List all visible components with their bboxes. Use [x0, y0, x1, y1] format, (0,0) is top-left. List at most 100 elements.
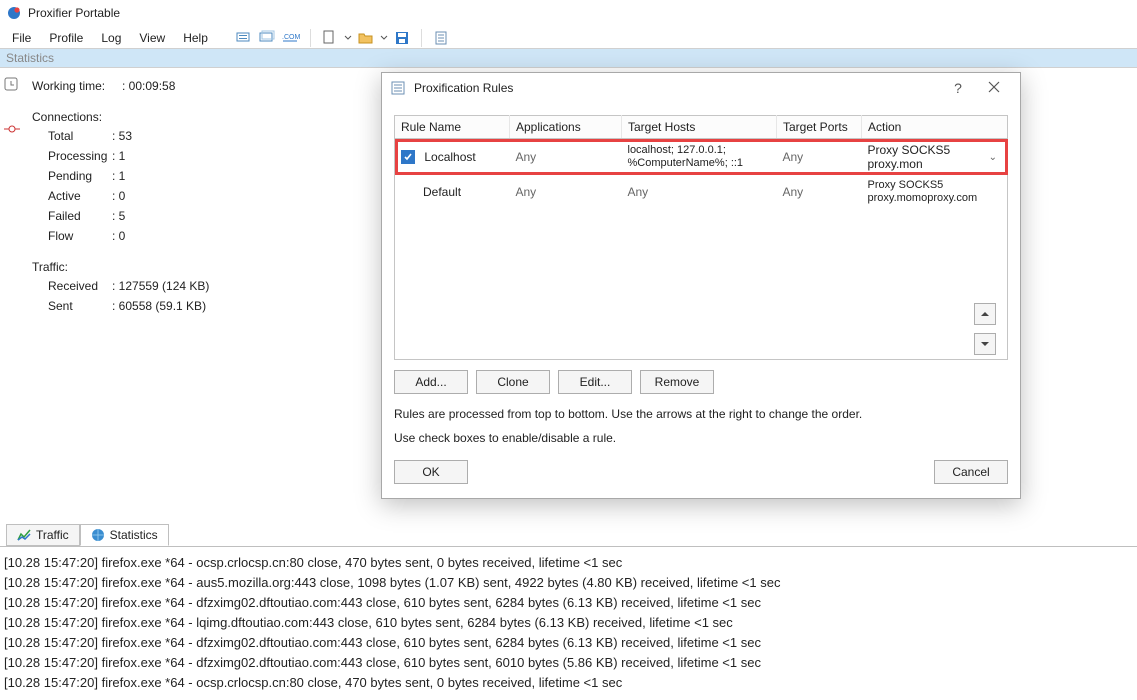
- toolbar-proxy-servers-icon[interactable]: [232, 27, 254, 49]
- toolbar-save-icon[interactable]: [391, 27, 413, 49]
- stat-flow-value: : 0: [112, 229, 125, 243]
- menu-file[interactable]: File: [4, 29, 39, 47]
- rule-ports: Any: [777, 175, 862, 209]
- toolbar-proxy-chains-icon[interactable]: [256, 27, 278, 49]
- globe-icon: [91, 528, 105, 542]
- col-target-hosts[interactable]: Target Hosts: [622, 116, 777, 139]
- rule-apps: Any: [510, 175, 622, 209]
- move-rule-down-button[interactable]: [974, 333, 996, 355]
- tab-traffic-label: Traffic: [36, 528, 69, 542]
- left-gutter: [0, 68, 24, 518]
- menu-log[interactable]: Log: [93, 29, 129, 47]
- caret-up-icon: [980, 310, 990, 318]
- menu-help[interactable]: Help: [175, 29, 216, 47]
- col-target-ports[interactable]: Target Ports: [777, 116, 862, 139]
- working-time-value: : 00:09:58: [122, 79, 175, 93]
- stat-total-label: Total: [32, 129, 112, 143]
- log-line: [10.28 15:47:20] firefox.exe *64 - dfzxi…: [4, 633, 1133, 653]
- stat-active-value: : 0: [112, 189, 125, 203]
- toolbar-log-icon[interactable]: [430, 27, 452, 49]
- toolbar-new-profile-icon[interactable]: [319, 27, 341, 49]
- proxification-rules-dialog: Proxification Rules ? Rule Name Applicat…: [381, 72, 1021, 499]
- log-line: [10.28 15:47:20] firefox.exe *64 - aus5.…: [4, 573, 1133, 593]
- edit-button[interactable]: Edit...: [558, 370, 632, 394]
- stat-processing-label: Processing: [32, 149, 112, 163]
- col-action[interactable]: Action: [862, 116, 1008, 139]
- chevron-down-icon: ⌄: [989, 152, 997, 163]
- statistics-panel: Working time: : 00:09:58 Connections: To…: [24, 68, 217, 518]
- log-line: [10.28 15:47:20] firefox.exe *64 - dfzxi…: [4, 653, 1133, 673]
- clone-button[interactable]: Clone: [476, 370, 550, 394]
- tab-statistics-label: Statistics: [110, 528, 158, 542]
- close-icon: [988, 81, 1000, 93]
- dialog-help-button[interactable]: ?: [940, 80, 976, 96]
- stat-active-label: Active: [32, 189, 112, 203]
- ok-button[interactable]: OK: [394, 460, 468, 484]
- rule-action-dropdown[interactable]: Proxy SOCKS5 proxy.mon ⌄: [868, 143, 1002, 171]
- working-time-label: Working time:: [32, 79, 122, 93]
- log-line: [10.28 15:47:20] firefox.exe *64 - lqimg…: [4, 613, 1133, 633]
- traffic-received-value: : 127559 (124 KB): [112, 279, 209, 293]
- log-panel: [10.28 15:47:20] firefox.exe *64 - ocsp.…: [4, 553, 1133, 693]
- rules-table: Rule Name Applications Target Hosts Targ…: [394, 115, 1008, 360]
- log-line: [10.28 15:47:20] firefox.exe *64 - ocsp.…: [4, 553, 1133, 573]
- window-title: Proxifier Portable: [28, 6, 120, 20]
- stat-flow-label: Flow: [32, 229, 112, 243]
- dialog-help-text-1: Rules are processed from top to bottom. …: [394, 406, 1008, 422]
- menu-view[interactable]: View: [131, 29, 173, 47]
- gutter-connections-icon[interactable]: [3, 122, 21, 138]
- rule-enabled-checkbox[interactable]: [401, 150, 415, 164]
- rule-name: Default: [395, 175, 510, 209]
- stat-failed-label: Failed: [32, 209, 112, 223]
- bottom-tab-strip: Traffic Statistics: [6, 524, 169, 546]
- traffic-chart-icon: [17, 529, 31, 541]
- traffic-sent-label: Sent: [32, 299, 112, 313]
- log-line: [10.28 15:47:20] firefox.exe *64 - dfzxi…: [4, 593, 1133, 613]
- cancel-button[interactable]: Cancel: [934, 460, 1008, 484]
- stat-total-value: : 53: [112, 129, 132, 143]
- move-rule-up-button[interactable]: [974, 303, 996, 325]
- dialog-help-text-2: Use check boxes to enable/disable a rule…: [394, 430, 1008, 446]
- rule-ports: Any: [777, 139, 862, 176]
- menu-profile[interactable]: Profile: [41, 29, 91, 47]
- rule-action-label: Proxy SOCKS5 proxy.mon: [868, 143, 989, 171]
- gutter-clock-icon[interactable]: [3, 76, 21, 92]
- stat-pending-label: Pending: [32, 169, 112, 183]
- rule-hosts: localhost; 127.0.0.1; %ComputerName%; ::…: [622, 139, 777, 176]
- svg-text:.COM: .COM: [282, 34, 300, 41]
- rule-row-localhost[interactable]: Localhost Any localhost; 127.0.0.1; %Com…: [395, 139, 1008, 176]
- rules-table-header: Rule Name Applications Target Hosts Targ…: [395, 116, 1008, 139]
- add-button[interactable]: Add...: [394, 370, 468, 394]
- dialog-titlebar[interactable]: Proxification Rules ?: [382, 73, 1020, 103]
- menubar: File Profile Log View Help .COM: [0, 26, 1137, 48]
- toolbar-new-profile-dropdown-icon[interactable]: [343, 27, 353, 49]
- rule-name: Localhost: [424, 150, 475, 164]
- toolbar-open-profile-dropdown-icon[interactable]: [379, 27, 389, 49]
- dialog-close-button[interactable]: [976, 80, 1012, 96]
- tab-traffic[interactable]: Traffic: [6, 524, 80, 546]
- rule-action-label: Proxy SOCKS5 proxy.momoproxy.com: [862, 175, 1008, 209]
- traffic-sent-value: : 60558 (59.1 KB): [112, 299, 206, 313]
- app-icon: [6, 5, 22, 21]
- toolbar-open-profile-icon[interactable]: [355, 27, 377, 49]
- traffic-label: Traffic:: [32, 260, 209, 274]
- traffic-received-label: Received: [32, 279, 112, 293]
- stat-processing-value: : 1: [112, 149, 125, 163]
- caret-down-icon: [980, 340, 990, 348]
- dialog-icon: [390, 80, 406, 96]
- statistics-pane-header: Statistics: [0, 48, 1137, 68]
- stat-pending-value: : 1: [112, 169, 125, 183]
- connections-label: Connections:: [32, 110, 209, 124]
- remove-button[interactable]: Remove: [640, 370, 714, 394]
- stat-failed-value: : 5: [112, 209, 125, 223]
- col-applications[interactable]: Applications: [510, 116, 622, 139]
- rule-row-default[interactable]: Default Any Any Any Proxy SOCKS5 proxy.m…: [395, 175, 1008, 209]
- rule-apps: Any: [510, 139, 622, 176]
- statistics-pane-title: Statistics: [6, 51, 54, 65]
- col-rule-name[interactable]: Rule Name: [395, 116, 510, 139]
- tab-statistics[interactable]: Statistics: [80, 524, 169, 546]
- log-line: [10.28 15:47:20] firefox.exe *64 - ocsp.…: [4, 673, 1133, 693]
- dialog-title: Proxification Rules: [414, 81, 940, 95]
- toolbar-rules-icon[interactable]: .COM: [280, 27, 302, 49]
- titlebar: Proxifier Portable: [0, 0, 1137, 26]
